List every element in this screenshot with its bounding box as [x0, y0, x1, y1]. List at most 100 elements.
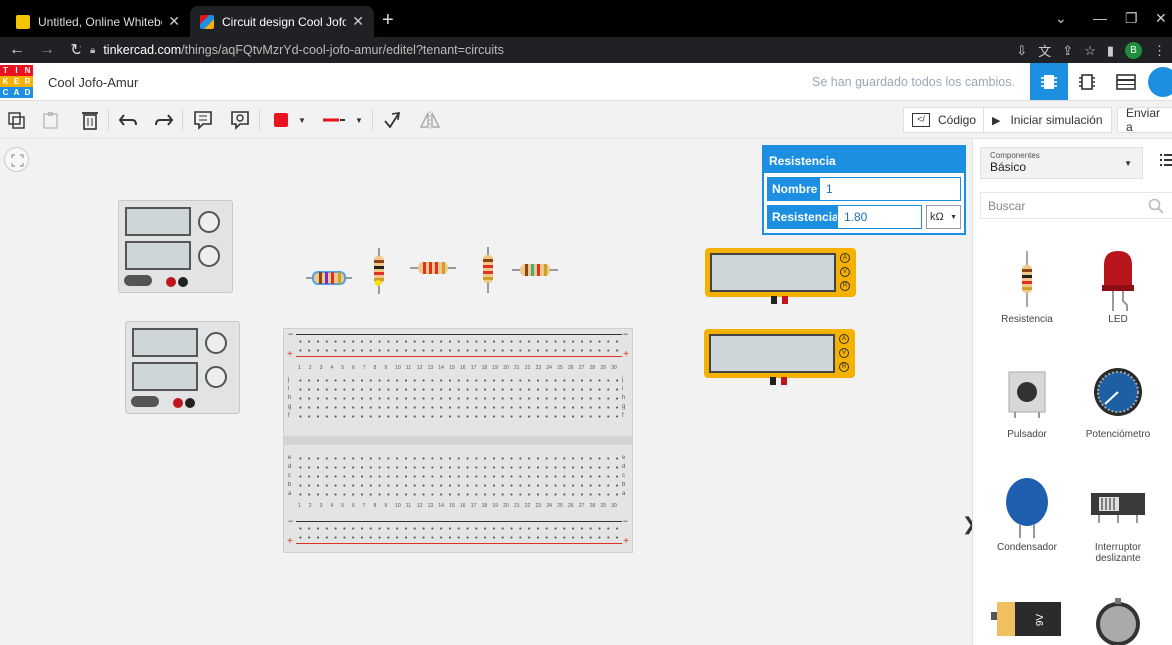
forward-icon[interactable]: → [34, 41, 60, 59]
probe-red[interactable] [781, 377, 787, 385]
translate-icon[interactable]: 文 [1038, 41, 1051, 60]
psu-switch[interactable] [131, 396, 159, 407]
profile-avatar[interactable]: B [1125, 42, 1142, 59]
tab-title: Circuit design Cool Jofo-Amur | T [222, 14, 347, 29]
column-number: 25 [557, 503, 563, 509]
name-input[interactable]: 1 [819, 177, 961, 201]
probe-black[interactable] [771, 296, 777, 304]
share-icon[interactable]: ⇪ [1062, 43, 1073, 59]
maximize-icon[interactable]: ❐ [1125, 10, 1138, 27]
wire-type-dropdown[interactable]: ▼ [318, 107, 368, 133]
back-icon[interactable]: ← [4, 41, 30, 59]
component-coin-battery[interactable] [1073, 594, 1163, 645]
schematic-view-button[interactable] [1068, 63, 1106, 100]
bookmark-star-icon[interactable]: ☆ [1084, 43, 1096, 59]
component-9v-battery[interactable]: 9V [982, 594, 1072, 645]
multimeter-terminal-r[interactable]: R [839, 362, 849, 372]
list-view-icon[interactable] [1160, 154, 1172, 166]
install-icon[interactable]: ⇩ [1016, 43, 1027, 59]
delete-button[interactable] [77, 107, 103, 133]
multimeter-terminal-a[interactable]: A [840, 253, 850, 263]
rotate-button[interactable] [379, 107, 405, 133]
component-category-dropdown[interactable]: Componentes Básico ▼ [980, 147, 1143, 179]
resistor-vertical[interactable] [369, 248, 389, 294]
power-rail-holes[interactable] [296, 337, 622, 346]
component-search-input[interactable]: Buscar [980, 192, 1172, 219]
browser-menu-icon[interactable]: ⋮ [1153, 43, 1166, 59]
user-avatar[interactable] [1148, 67, 1172, 97]
close-window-icon[interactable]: ✕ [1155, 10, 1167, 27]
column-numbers-bottom: 1 2 3 4 5 6 7 8 9 10 11 12 13 14 15 16 17 18 19 20 21 22 23 24 2… [296, 503, 622, 511]
browser-tab-tinkercad[interactable]: Circuit design Cool Jofo-Amur | T ✕ [190, 6, 374, 37]
multimeter-terminal-v[interactable]: V [840, 267, 850, 277]
project-title[interactable]: Cool Jofo-Amur [48, 75, 138, 90]
component-resistor[interactable]: Resistencia [982, 244, 1072, 325]
psu-knob[interactable] [198, 211, 220, 233]
psu-jack-positive[interactable] [166, 277, 176, 287]
mirror-button[interactable] [417, 107, 443, 133]
column-number: 18 [481, 365, 488, 371]
wire-color-dropdown[interactable]: ▼ [268, 107, 312, 133]
power-rail-holes[interactable] [296, 524, 622, 533]
component-pushbutton[interactable]: Pulsador [982, 359, 1072, 440]
resistor[interactable] [410, 257, 456, 279]
psu-knob[interactable] [205, 366, 227, 388]
code-button[interactable]: </ Código [903, 107, 986, 133]
psu-switch[interactable] [124, 275, 152, 286]
component-led[interactable]: LED [1073, 244, 1163, 325]
component-list-view-button[interactable] [1107, 63, 1145, 100]
send-label: Enviar a [1126, 106, 1161, 134]
psu-jack-positive[interactable] [173, 398, 183, 408]
notes-button[interactable] [190, 107, 216, 133]
component-capacitor[interactable]: Condensador [982, 472, 1072, 553]
power-rail-holes[interactable] [296, 533, 622, 542]
redo-button[interactable] [151, 107, 177, 133]
column-number: 10 [395, 503, 401, 509]
browser-tab-whiteboard[interactable]: Untitled, Online Whiteboard for ✕ [6, 6, 190, 37]
close-tab-icon[interactable]: ✕ [168, 13, 180, 30]
undo-button[interactable] [115, 107, 141, 133]
probe-black[interactable] [770, 377, 776, 385]
resistance-input[interactable]: 1.80 [837, 205, 922, 229]
multimeter-terminal-v[interactable]: V [839, 348, 849, 358]
column-number: 2 [308, 365, 312, 371]
multimeter[interactable]: A V R [705, 248, 856, 297]
rotate-icon [384, 112, 400, 129]
paste-button[interactable] [38, 107, 64, 133]
close-tab-icon[interactable]: ✕ [352, 13, 364, 30]
notes-visibility-button[interactable] [227, 107, 253, 133]
zoom-to-fit-button[interactable] [4, 147, 29, 172]
power-rail-holes[interactable] [296, 346, 622, 355]
psu-jack-negative[interactable] [185, 398, 195, 408]
psu-jack-negative[interactable] [178, 277, 188, 287]
multimeter-terminal-a[interactable]: A [839, 334, 849, 344]
tab-search-icon[interactable]: ⌄ [1055, 10, 1067, 27]
component-potentiometer[interactable]: Potenciómetro [1073, 359, 1163, 440]
power-supply[interactable] [125, 321, 240, 414]
unit-select[interactable]: kΩ ▼ [926, 205, 961, 229]
multimeter-terminal-r[interactable]: R [840, 281, 850, 291]
probe-red[interactable] [782, 296, 788, 304]
multimeter[interactable]: A V R [704, 329, 855, 378]
tinkercad-logo[interactable]: T I N K E R C A D [0, 65, 33, 99]
terminal-strip-lower[interactable] [296, 454, 622, 500]
psu-knob[interactable] [205, 332, 227, 354]
resistor-selected[interactable] [306, 267, 352, 289]
send-to-button[interactable]: Enviar a [1117, 106, 1172, 134]
psu-knob[interactable] [198, 245, 220, 267]
column-number: 26 [568, 503, 574, 509]
component-slide-switch[interactable]: Interruptor deslizante [1073, 472, 1163, 564]
coin-cell-icon [1096, 598, 1140, 645]
start-simulation-button[interactable]: ▶ Iniciar simulación [983, 107, 1112, 133]
new-tab-icon[interactable]: + [382, 9, 394, 32]
circuit-view-button[interactable] [1030, 63, 1068, 100]
copy-button[interactable] [3, 107, 29, 133]
power-supply[interactable] [118, 200, 233, 293]
url-field[interactable]: 🔒︎ tinkercad.com/things/aqFQtvMzrYd-cool… [80, 38, 1000, 62]
resistor-vertical[interactable] [478, 247, 498, 293]
terminal-strip-upper[interactable] [296, 376, 622, 422]
resistor[interactable] [512, 259, 558, 281]
minimize-icon[interactable]: — [1093, 10, 1107, 26]
side-panel-icon[interactable]: ▮ [1107, 43, 1114, 59]
breadboard[interactable]: − + − + 1 2 3 4 5 6 7 8 9 10 11 12 13 14 15 16 17 18 19 20 2… [283, 328, 633, 553]
